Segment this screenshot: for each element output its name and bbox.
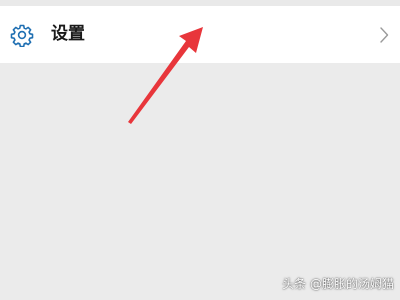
- settings-label: 设置: [51, 24, 85, 44]
- watermark: 头条 @膨胀的汤姆猫: [282, 277, 394, 291]
- gear-icon: [10, 24, 34, 47]
- settings-row[interactable]: 设置: [0, 6, 400, 63]
- chevron-right-icon: [380, 27, 389, 43]
